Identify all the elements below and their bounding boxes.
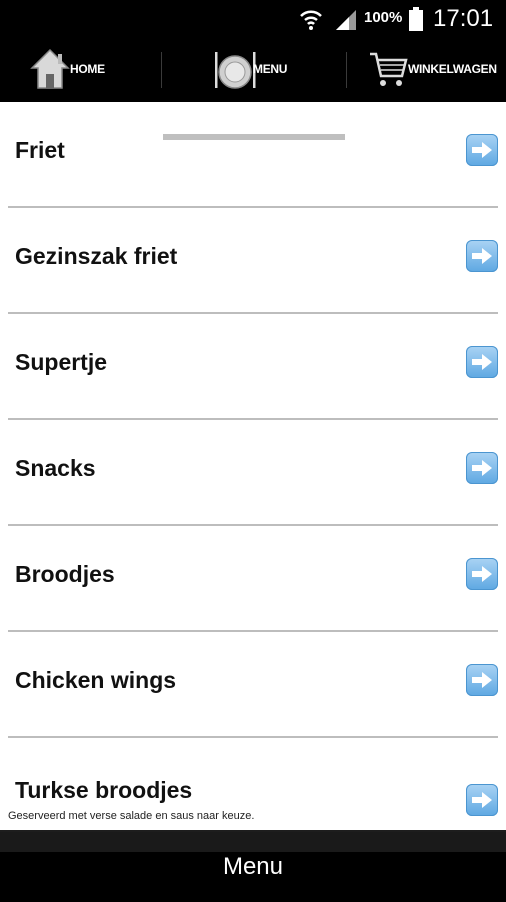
item-label: Broodjes — [15, 561, 115, 587]
list-item[interactable]: Supertje — [0, 314, 506, 420]
signal-icon — [336, 10, 356, 30]
tab-cart-label: WINKELWAGEN — [408, 62, 497, 76]
tab-cart[interactable]: WINKELWAGEN — [348, 38, 506, 102]
item-label: Snacks — [15, 455, 96, 481]
arrow-right-icon[interactable] — [466, 134, 498, 166]
arrow-right-icon[interactable] — [466, 452, 498, 484]
battery-icon — [409, 7, 423, 31]
bottom-bar-title: Menu — [222, 853, 284, 880]
arrow-right-icon[interactable] — [466, 558, 498, 590]
list-item[interactable]: Snacks — [0, 420, 506, 526]
tab-divider — [346, 52, 347, 88]
list-item[interactable]: Chicken wings — [0, 632, 506, 738]
tab-home-label: HOME — [70, 62, 105, 76]
item-label: Gezinszak friet — [15, 243, 178, 269]
item-label: Turkse broodjes — [15, 777, 193, 803]
plate-icon — [215, 52, 256, 89]
tab-divider — [161, 52, 162, 88]
menu-list: Friet Gezinszak friet Supertje Snacks Br… — [0, 102, 506, 844]
bottom-bar-strip — [0, 832, 506, 852]
tab-home[interactable]: HOME — [0, 38, 160, 102]
arrow-right-icon[interactable] — [466, 240, 498, 272]
item-description: Geserveerd met verse salade en saus naar… — [8, 810, 255, 822]
status-bar: 100% 17:01 — [0, 0, 506, 38]
wifi-icon — [300, 10, 322, 30]
item-label: Friet — [15, 137, 65, 163]
arrow-right-icon[interactable] — [466, 784, 498, 816]
list-item[interactable]: Gezinszak friet — [0, 208, 506, 314]
list-item[interactable]: Friet — [0, 102, 506, 208]
item-label: Supertje — [15, 349, 108, 375]
tab-menu-label: MENU — [253, 62, 288, 76]
battery-percentage: 100% — [364, 9, 403, 26]
arrow-right-icon[interactable] — [466, 664, 498, 696]
bottom-bar: Menu — [0, 830, 506, 902]
home-icon — [30, 48, 70, 89]
arrow-right-icon[interactable] — [466, 346, 498, 378]
clock: 17:01 — [433, 5, 494, 32]
cart-icon — [370, 52, 408, 86]
list-item[interactable]: Broodjes — [0, 526, 506, 632]
tab-menu[interactable]: MENU — [163, 38, 345, 102]
item-label: Chicken wings — [15, 667, 177, 693]
tab-bar: HOME MENU WINKELWAGEN — [0, 38, 506, 140]
list-item[interactable]: Turkse broodjes — [0, 738, 506, 844]
